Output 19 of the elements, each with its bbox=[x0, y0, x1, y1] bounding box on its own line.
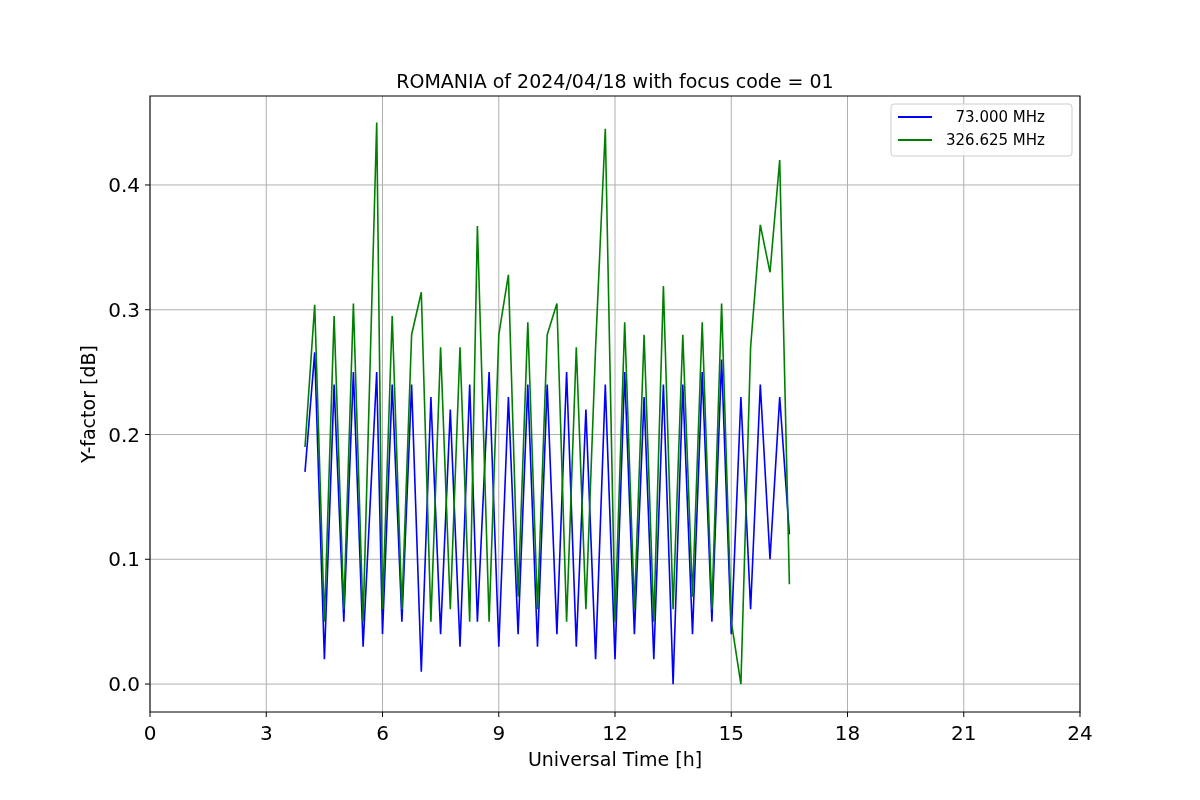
y-axis-label: Y-factor [dB] bbox=[77, 345, 99, 463]
x-axis-label: Universal Time [h] bbox=[527, 748, 703, 770]
x-tick-label: 15 bbox=[718, 721, 744, 745]
legend-label: 73.000 MHz bbox=[955, 108, 1045, 126]
y-tick-label: 0.1 bbox=[108, 547, 140, 572]
x-tick-label: 12 bbox=[602, 721, 628, 745]
x-tick-label: 21 bbox=[951, 721, 977, 745]
y-tick-label: 0.3 bbox=[108, 297, 140, 322]
chart-title: ROMANIA of 2024/04/18 with focus code = 01 bbox=[396, 70, 834, 92]
legend-label: 326.625 MHz bbox=[946, 131, 1045, 149]
y-tick-label: 0.2 bbox=[108, 422, 140, 447]
x-tick-label: 3 bbox=[259, 721, 273, 745]
x-tick-label: 9 bbox=[492, 721, 506, 745]
x-tick-label: 18 bbox=[834, 721, 861, 745]
x-tick-label: 0 bbox=[143, 721, 157, 745]
y-tick-label: 0.4 bbox=[108, 172, 140, 197]
y-tick-label: 0.0 bbox=[108, 672, 140, 697]
x-tick-label: 24 bbox=[1067, 721, 1093, 745]
x-tick-label: 6 bbox=[376, 721, 389, 745]
